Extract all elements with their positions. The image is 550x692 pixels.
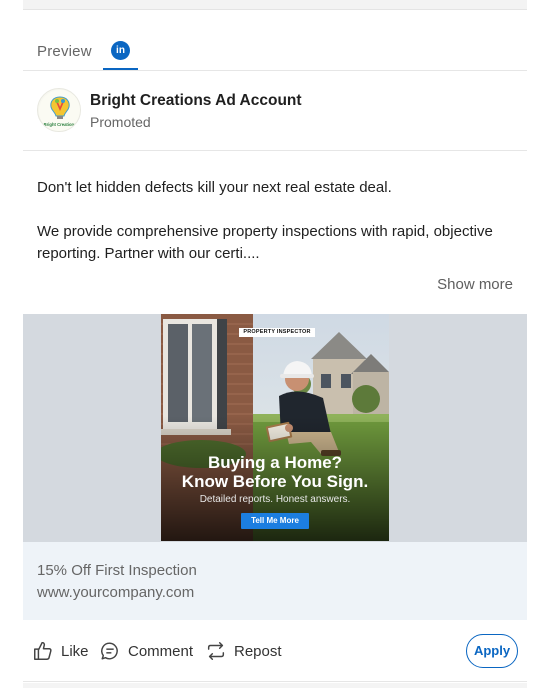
comment-button[interactable]: Comment [99,640,193,662]
post-header: Bright Creations Bright Creations Ad Acc… [23,71,527,151]
lightbulb-logo-icon: Bright Creations [39,90,80,131]
like-button[interactable]: Like [32,640,89,662]
ad-cta-button[interactable]: Tell Me More [241,513,309,529]
thumbs-up-icon [34,641,52,660]
repost-button[interactable]: Repost [205,640,282,662]
account-name[interactable]: Bright Creations Ad Account [90,92,302,110]
ad-creative-image[interactable]: PROPERTY INSPECTOR Buying a Home? Know B… [161,314,389,541]
ad-subline: Detailed reports. Honest answers. [199,494,351,505]
top-divider [23,0,527,10]
like-label: Like [61,642,89,660]
post-body: Don't let hidden defects kill your next … [37,177,507,265]
ad-media-area[interactable]: PROPERTY INSPECTOR Buying a Home? Know B… [23,314,527,542]
comment-label: Comment [128,642,194,660]
preview-tabs: Preview in [23,31,527,71]
inspector-photo-icon [161,314,389,541]
svg-text:Bright Creations: Bright Creations [44,122,77,127]
linkedin-icon: in [111,41,130,60]
ad-headline-line1: Buying a Home? [207,453,343,472]
ad-info-band[interactable]: 15% Off First Inspection www.yourcompany… [23,542,527,620]
website-url[interactable]: www.yourcompany.com [37,584,194,601]
show-more-link[interactable]: Show more [437,276,513,293]
repost-icon [207,642,225,660]
tab-linkedin[interactable]: in [103,31,138,70]
account-avatar[interactable]: Bright Creations [37,88,81,132]
bottom-divider [23,683,527,688]
ad-category-label: PROPERTY INSPECTOR [239,328,315,337]
comment-icon [101,642,118,660]
repost-label: Repost [234,642,282,660]
promoted-label: Promoted [90,114,151,130]
tab-preview[interactable]: Preview [37,43,92,60]
social-actions-bar: Like Comment Repost Apply [23,620,527,682]
linkedin-ad-preview: Preview in Bright Creations Bright Creat… [0,0,550,692]
post-paragraph-1: Don't let hidden defects kill your next … [37,179,392,196]
apply-button[interactable]: Apply [466,634,518,668]
post-paragraph-2: We provide comprehensive property inspec… [37,223,493,262]
offer-headline: 15% Off First Inspection [37,562,197,579]
ad-headline-line2: Know Before You Sign. [181,472,369,491]
